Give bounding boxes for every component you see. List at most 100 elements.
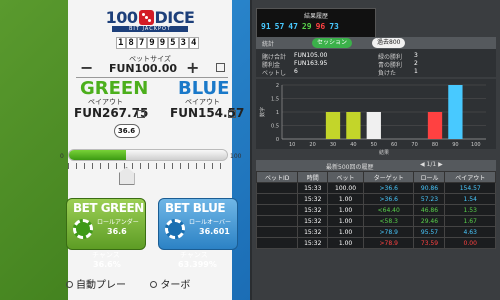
jackpot-digit: 7 <box>136 37 148 49</box>
result-value: 91 <box>261 22 271 31</box>
table-row[interactable]: 15:33 100.00 >36.6 90.86 154.57 <box>255 182 496 194</box>
bet-increase-button[interactable]: + <box>186 60 199 76</box>
x-tick-label: 80 <box>432 142 438 148</box>
roll-under-label: ロールアンダー <box>97 219 139 226</box>
table-cell: 95.57 <box>413 226 446 238</box>
table-cell: 4.63 <box>444 226 496 238</box>
table-cell: 15:32 <box>297 237 329 249</box>
auto-play-radio-icon[interactable] <box>66 281 73 288</box>
table-cell: 0.00 <box>444 237 496 249</box>
table-cell: 90.86 <box>413 182 446 194</box>
bet-blue-title: BET BLUE <box>165 201 226 215</box>
results-history-title: 結果履歴 <box>303 13 328 20</box>
table-cell: 1.53 <box>444 204 496 216</box>
next-page-icon[interactable]: ▶ <box>438 161 443 168</box>
column-header: ベットID <box>255 171 299 183</box>
turbo-label[interactable]: ターボ <box>160 280 190 291</box>
green-label: GREEN <box>80 78 149 99</box>
table-cell: 46.86 <box>413 204 446 216</box>
history-title: 最新500回の履歴 <box>326 164 374 171</box>
table-cell: 1.00 <box>327 237 364 249</box>
edit-bet-icon[interactable] <box>216 63 225 72</box>
jackpot-digit: 5 <box>168 37 179 49</box>
slider-track[interactable] <box>68 149 228 161</box>
total-bets-value: FUN105.00 <box>294 52 328 59</box>
page-indicator: 1/1 <box>426 161 437 168</box>
x-tick-label: 100 <box>471 142 481 148</box>
bet-green-title: BET GREEN <box>73 201 144 215</box>
chart-bar <box>346 112 361 139</box>
edit-blue-payout-icon[interactable] <box>228 110 236 118</box>
green-chance-label: チャンス <box>92 251 120 259</box>
session-toggle[interactable]: セッション <box>312 38 353 48</box>
table-cell: 57.23 <box>413 193 446 205</box>
bet-size-control: − FUN100.00 + <box>72 60 232 76</box>
table-row[interactable]: 15:32 1.00 >78.9 95.57 4.63 <box>255 226 496 238</box>
results-list: 91 57 47 29 96 73 <box>261 22 347 31</box>
table-cell: 154.57 <box>444 182 496 194</box>
table-cell <box>255 182 299 194</box>
slider-handle[interactable] <box>118 167 135 185</box>
roll-over-label: ロールオーバー <box>189 219 231 226</box>
table-cell: 15:32 <box>297 193 329 205</box>
y-tick-label: 0 <box>276 137 279 143</box>
table-cell: 1.00 <box>327 215 364 227</box>
bet-decrease-button[interactable]: − <box>80 60 93 76</box>
table-row[interactable]: 15:32 1.00 >78.9 73.59 0.00 <box>255 237 496 249</box>
green-wins-value: 3 <box>414 52 418 59</box>
edit-green-payout-icon[interactable] <box>137 110 145 118</box>
table-cell: <58.3 <box>362 215 415 227</box>
bet-blue-button[interactable]: BET BLUE ロールオーバー 36.601 <box>158 198 238 250</box>
table-cell: 15:32 <box>297 215 329 227</box>
prev-page-icon[interactable]: ◀ <box>420 161 425 168</box>
x-tick-label: 60 <box>391 142 397 148</box>
table-cell <box>255 193 299 205</box>
logo-title-right: DICE <box>154 8 195 27</box>
y-tick-label: 2 <box>276 83 279 89</box>
x-tick-label: 20 <box>309 142 315 148</box>
chart-bar <box>325 112 341 139</box>
history-body: 15:33 100.00 >36.6 90.86 154.57 15:32 1.00 >36.… <box>255 182 496 249</box>
table-row[interactable]: 15:32 1.00 <58.3 29.46 1.67 <box>255 215 496 227</box>
session-label: 統計 <box>262 41 275 48</box>
table-row[interactable]: 15:32 1.00 >36.6 57.23 1.54 <box>255 193 496 205</box>
past-800-toggle[interactable]: 過去800 <box>372 38 406 48</box>
result-value: 57 <box>274 22 285 31</box>
x-tick-label: 10 <box>289 142 295 148</box>
history-table: ベットID 時間 ベット ターゲット ロール ペイアウト 15:33 100.00 >36.6… <box>255 171 496 249</box>
table-cell <box>255 237 299 249</box>
bet-size-value[interactable]: FUN100.00 <box>102 62 184 75</box>
table-cell <box>255 204 299 216</box>
table-cell: >78.9 <box>362 226 415 238</box>
column-header: ベット <box>327 171 364 183</box>
bet-green-button[interactable]: BET GREEN ロールアンダー 36.6 <box>66 198 146 250</box>
auto-play-label[interactable]: 自動プレー <box>76 280 126 291</box>
x-tick-label: 30 <box>330 142 336 148</box>
chart-bar <box>366 112 381 139</box>
losses-label: 負けた <box>378 70 397 77</box>
blue-chance-label: チャンス <box>180 251 208 259</box>
result-value: 29 <box>301 22 312 31</box>
table-cell: <64.40 <box>362 204 415 216</box>
slider-blue-side <box>125 150 227 160</box>
slider-ticks <box>68 163 228 169</box>
y-tick-label: 1.5 <box>271 97 279 103</box>
x-tick-label: 90 <box>452 142 458 148</box>
session-stats: 賭け合計 FUN105.00 勝利金 FUN163.95 ベットし 6 緑の勝利… <box>256 49 496 77</box>
roll-slider[interactable]: 0 100 36.6 <box>60 124 250 190</box>
turbo-radio-icon[interactable] <box>150 281 158 288</box>
x-tick-label: 70 <box>411 142 417 148</box>
table-cell: 29.46 <box>413 215 446 227</box>
table-cell: 15:33 <box>297 182 329 194</box>
chip-icon <box>165 219 185 239</box>
dice-icon <box>138 10 154 25</box>
history-header-row: ベットID 時間 ベット ターゲット ロール ペイアウト <box>255 171 496 183</box>
table-row[interactable]: 15:32 1.00 <64.40 46.86 1.53 <box>255 204 496 216</box>
table-cell: 73.59 <box>413 237 446 249</box>
results-history: 結果履歴 91 57 47 29 96 73 <box>256 8 376 38</box>
results-bar-chart: 0 0.5 1 1.5 2 10 20 30 40 50 60 70 80 90 100 数字結果 <box>259 83 486 156</box>
results-chart: 0 0.5 1 1.5 2 10 20 30 40 50 60 70 80 90 100 数字 結果 <box>256 79 496 156</box>
jackpot-digit: 4 <box>188 37 200 49</box>
session-bar: 統計 セッション 過去800 <box>256 37 496 49</box>
table-cell: >36.6 <box>362 193 415 205</box>
